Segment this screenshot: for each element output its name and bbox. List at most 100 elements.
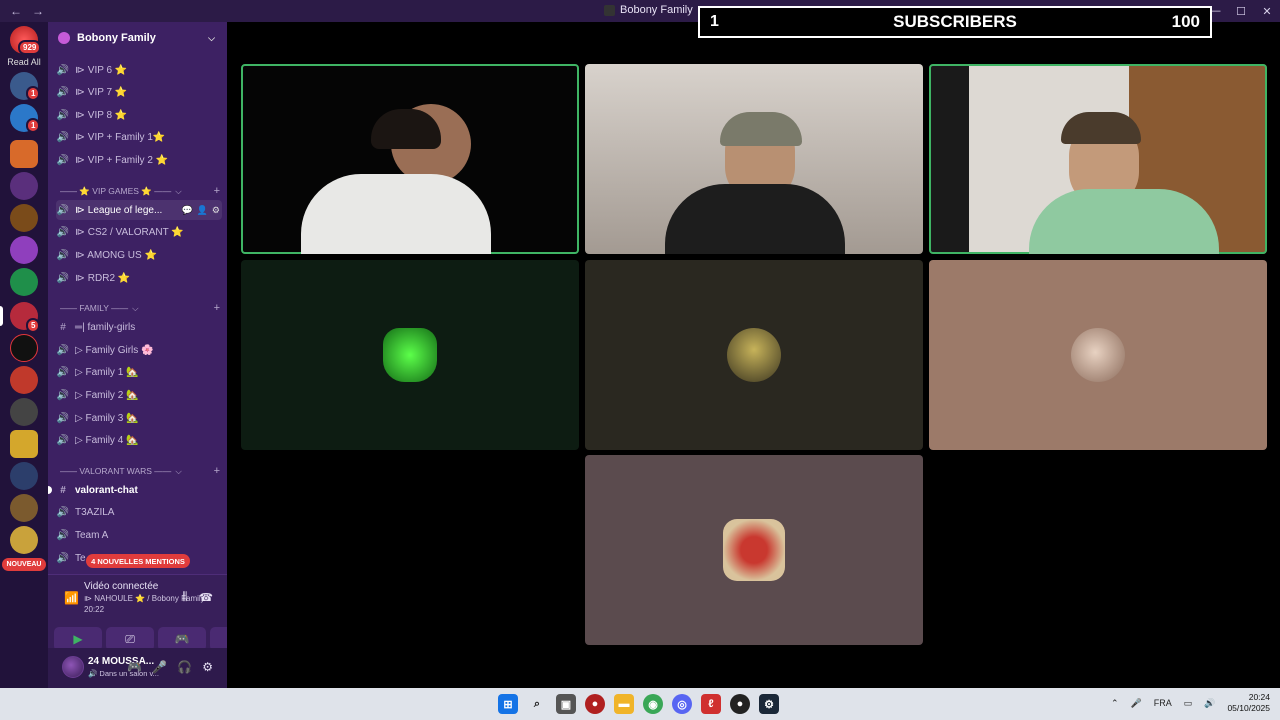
voice-channel[interactable]: 🔊 ▷ Family 4 🏡 (56, 430, 222, 450)
server-icon[interactable] (10, 204, 38, 232)
gear-icon[interactable]: ⚙ (202, 660, 213, 674)
voice-channel[interactable]: 🔊 ⧐ CS2 / VALORANT ⭐ (56, 222, 222, 242)
server-icon[interactable] (10, 366, 38, 394)
avatar (383, 328, 437, 382)
server-icon[interactable] (10, 172, 38, 200)
category-valorant-wars[interactable]: —— VALORANT WARS —— ⌵ + (60, 464, 220, 478)
read-all-button[interactable]: Read All (0, 57, 48, 67)
server-icon[interactable] (10, 334, 38, 362)
participant-tile[interactable] (929, 260, 1267, 450)
chat-bubble-icon[interactable]: 💬 (181, 205, 192, 216)
language-indicator[interactable]: FRA (1154, 698, 1172, 708)
channel-label: ⧐ CS2 / VALORANT ⭐ (75, 226, 184, 238)
voice-channel[interactable]: 🔊 ⧐ VIP + Family 2 ⭐ (56, 150, 222, 170)
voice-channel[interactable]: 🔊 T3AZILA (56, 502, 222, 522)
chrome-icon[interactable]: ◉ (643, 694, 663, 714)
app-icon[interactable]: ● (730, 694, 750, 714)
participant-tile[interactable] (241, 260, 579, 450)
new-badge[interactable]: NOUVEAU (2, 558, 46, 571)
app-icon[interactable]: ● (585, 694, 605, 714)
volume-icon[interactable]: 🔊 (1204, 698, 1215, 709)
category-label: —— VALORANT WARS —— (60, 466, 172, 476)
forward-arrow-icon[interactable]: → (32, 4, 44, 18)
chevron-up-icon[interactable]: ⌃ (1111, 698, 1119, 709)
voice-channel[interactable]: 🔊 ▷ Family 3 🏡 (56, 408, 222, 428)
discord-icon[interactable]: ◎ (672, 694, 692, 714)
gear-icon[interactable]: ⚙ (212, 205, 220, 216)
channel-label: ⧐ VIP 6 ⭐ (75, 64, 128, 76)
maximize-button[interactable]: ☐ (1228, 0, 1254, 22)
back-arrow-icon[interactable]: ← (10, 4, 22, 18)
search-icon[interactable]: ⌕ (527, 694, 547, 714)
video-tile[interactable] (585, 64, 923, 254)
voice-channel[interactable]: 🔊 ⧐ VIP 6 ⭐ (56, 60, 222, 80)
clock[interactable]: 20:24 05/10/2025 (1227, 692, 1270, 714)
add-channel-icon[interactable]: + (214, 465, 220, 477)
new-mentions-pill[interactable]: 4 NOUVELLES MENTIONS (86, 554, 190, 568)
channel-label: ▷ Family 2 🏡 (75, 389, 139, 401)
voice-channel[interactable]: 🔊 ▷ Family 2 🏡 (56, 385, 222, 405)
voice-channel-active[interactable]: 🔊 ⧐ League of lege... 💬 👤 ⚙ (56, 200, 222, 220)
channel-label: ⧐ RDR2 ⭐ (75, 272, 131, 284)
voice-status[interactable]: Vidéo connectée (84, 581, 158, 592)
microphone-icon[interactable]: 🎤 (1131, 698, 1142, 709)
voice-channel[interactable]: 🔊 ⧐ VIP 8 ⭐ (56, 105, 222, 125)
add-channel-icon[interactable]: + (214, 185, 220, 197)
folder-icon[interactable]: ▬ (614, 694, 634, 714)
speaker-icon: 🔊 (56, 64, 70, 76)
app-icon[interactable]: ℓ (701, 694, 721, 714)
steam-icon[interactable]: ⚙ (759, 694, 779, 714)
speaker-icon: 🔊 (56, 389, 70, 401)
voice-timer: 20:22 (84, 605, 105, 614)
microphone-icon[interactable]: 🎤 (152, 660, 167, 674)
server-badge: 1 (26, 118, 41, 133)
text-channel-unread[interactable]: # valorant-chat (56, 480, 222, 500)
video-tile[interactable] (929, 64, 1267, 254)
participant-tile[interactable] (585, 455, 923, 645)
participant-tile[interactable] (585, 260, 923, 450)
server-icon[interactable] (10, 430, 38, 458)
speaker-icon: 🔊 (56, 529, 70, 541)
voice-channel[interactable]: 🔊 ⧐ RDR2 ⭐ (56, 268, 222, 288)
server-icon[interactable] (10, 462, 38, 490)
channel-label: ⧐ VIP + Family 1⭐ (75, 131, 166, 143)
server-icon[interactable] (10, 140, 38, 168)
category-vip-games[interactable]: —— ⭐ VIP GAMES ⭐ —— ⌵ + (60, 184, 220, 198)
close-button[interactable]: ✕ (1254, 0, 1280, 22)
headphones-icon[interactable]: 🎧 (177, 660, 192, 674)
category-family[interactable]: —— FAMILY —— ⌵ + (60, 301, 220, 315)
add-channel-icon[interactable]: + (214, 302, 220, 314)
app-icon (604, 4, 615, 16)
voice-channel[interactable]: 🔊 ▷ Family Girls 🌸 (56, 340, 222, 360)
text-channel[interactable]: # ═| family-girls (56, 317, 222, 337)
signal-icon[interactable]: 📶 (64, 591, 79, 605)
speaker-icon: 🔊 (56, 552, 70, 564)
voice-channel[interactable]: 🔊 ⧐ VIP 7 ⭐ (56, 82, 222, 102)
voice-channel[interactable]: 🔊 ⧐ AMONG US ⭐ (56, 245, 222, 265)
server-header[interactable]: Bobony Family ⌵ (48, 22, 227, 54)
server-icon[interactable] (10, 268, 38, 296)
channel-label: Team A (75, 529, 109, 541)
avatar[interactable] (62, 656, 84, 678)
network-icon[interactable]: ▭ (1184, 698, 1193, 709)
server-icon[interactable] (10, 494, 38, 522)
user-panel: 24 MOUSSA... 🔊 Dans un salon v... 🎮 🎤 🎧 … (48, 648, 227, 688)
server-icon[interactable] (10, 398, 38, 426)
video-tile[interactable] (241, 64, 579, 254)
task-view-icon[interactable]: ▣ (556, 694, 576, 714)
speaker-icon: 🔊 (56, 366, 70, 378)
server-icon[interactable] (10, 236, 38, 264)
voice-channel[interactable]: 🔊 Team A (56, 525, 222, 545)
voice-channel[interactable]: 🔊 ⧐ VIP + Family 1⭐ (56, 127, 222, 147)
invite-icon[interactable]: 👤 (197, 205, 208, 216)
disconnect-icon[interactable]: ☎ (199, 591, 213, 604)
participant-video (301, 174, 491, 254)
speaker-icon: 🔊 (56, 204, 70, 216)
start-menu-icon[interactable]: ⊞ (498, 694, 518, 714)
server-icon[interactable] (10, 526, 38, 554)
chevron-down-icon[interactable]: ⌵ (208, 33, 215, 44)
channel-label: ▷ Family Girls 🌸 (75, 344, 154, 356)
voice-channel[interactable]: 🔊 ▷ Family 1 🏡 (56, 362, 222, 382)
game-controller-icon[interactable]: 🎮 (127, 660, 142, 674)
noise-suppression-icon[interactable]: ⫼ (182, 591, 187, 604)
